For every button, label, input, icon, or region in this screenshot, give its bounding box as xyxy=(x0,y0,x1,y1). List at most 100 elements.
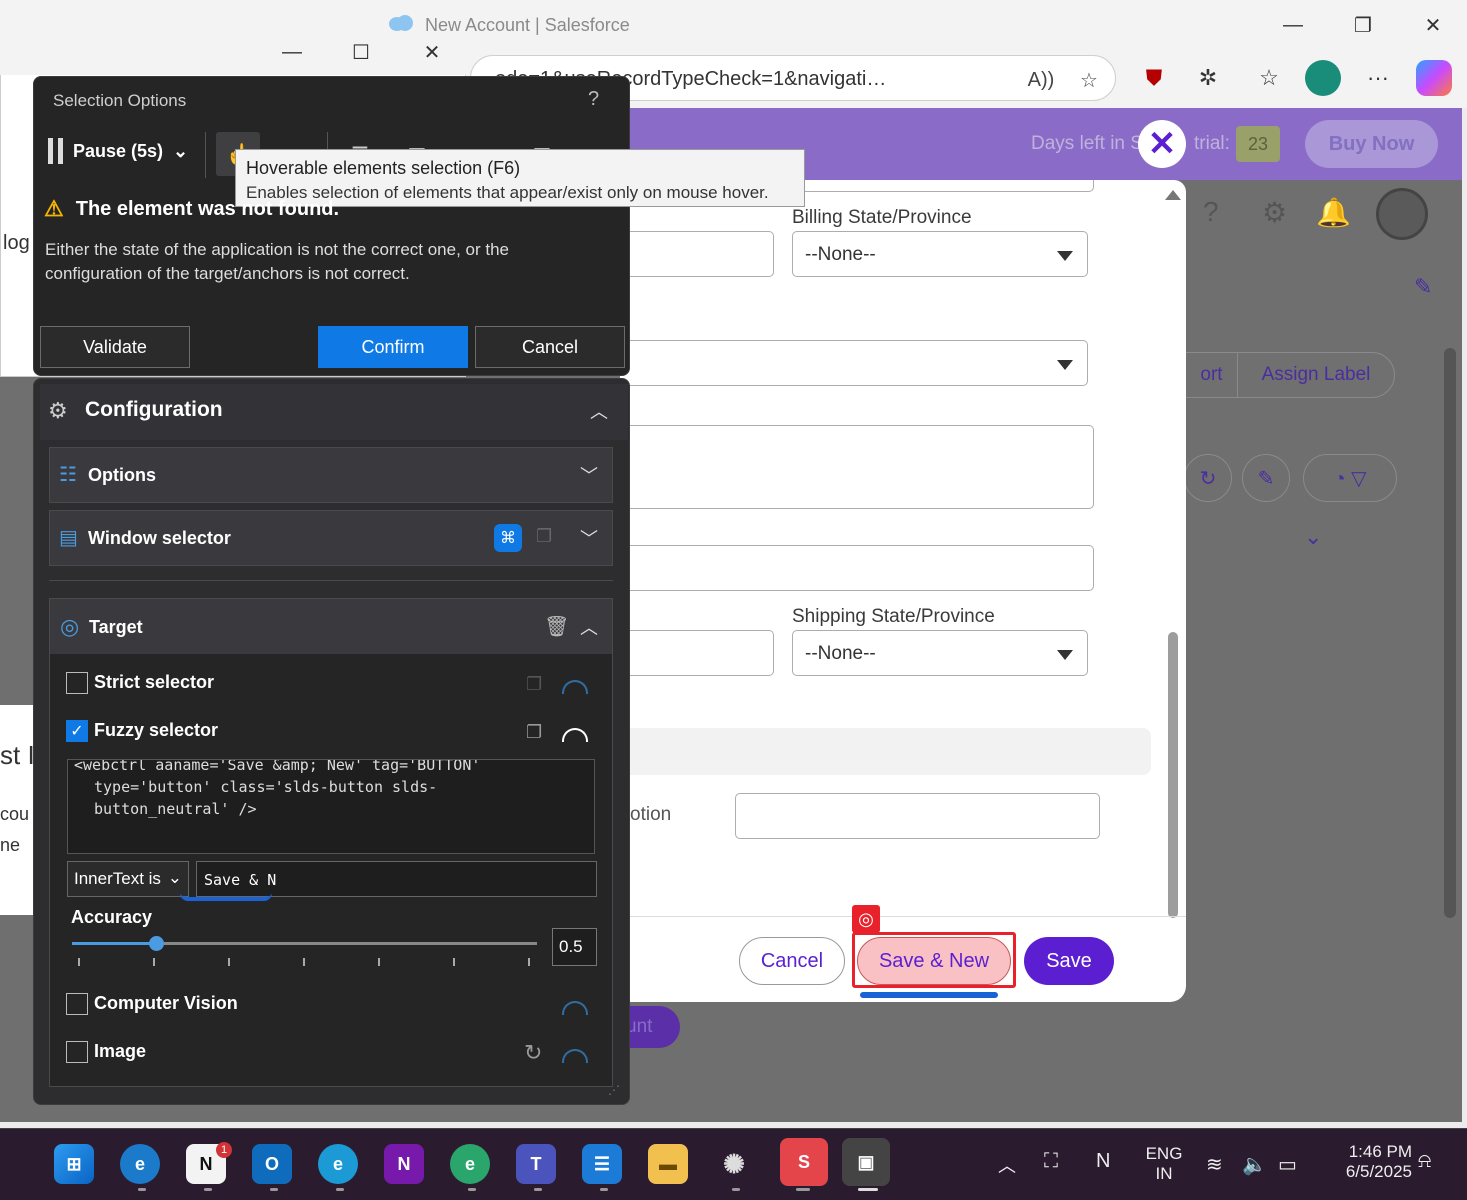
chevron-up-icon[interactable]: ︿ xyxy=(580,614,598,640)
teams-tray-icon[interactable]: ⛶ xyxy=(1044,1150,1058,1173)
uipath-studio-icon[interactable]: S xyxy=(780,1138,828,1186)
pause-button[interactable]: Pause (5s) ⌄ xyxy=(48,138,188,164)
reset-icon[interactable]: ↻ xyxy=(524,1040,542,1066)
maximize-button[interactable]: ❐ xyxy=(1343,8,1383,42)
close-window-button[interactable]: ✕ xyxy=(1413,8,1453,42)
pause-icon xyxy=(48,138,63,164)
chart-filter-icons[interactable]: ◔ ▽ xyxy=(1303,454,1397,502)
help-icon[interactable]: ? xyxy=(1203,196,1219,228)
edit-list-icon[interactable]: ✎ xyxy=(1242,454,1290,502)
chevron-down-icon[interactable]: ﹀ xyxy=(580,525,598,551)
billing-country-select[interactable] xyxy=(620,340,1088,386)
accuracy-slider-thumb[interactable] xyxy=(148,936,164,951)
notion-tray-icon[interactable]: N xyxy=(1096,1150,1110,1173)
outlook-icon[interactable]: O xyxy=(252,1144,292,1184)
user-avatar[interactable] xyxy=(1376,188,1428,240)
setup-gear-icon[interactable]: ⚙ xyxy=(1262,196,1287,229)
error-description: Either the state of the application is n… xyxy=(45,240,509,283)
favorite-star-icon[interactable]: ☆ xyxy=(1075,66,1103,94)
chatgpt-icon[interactable]: ✺ xyxy=(714,1144,754,1184)
more-menu-icon[interactable]: ··· xyxy=(1360,60,1396,96)
volume-icon[interactable]: 🔈 xyxy=(1242,1152,1267,1177)
fuzzy-selector-editor[interactable]: <webctrl aaname='Save &amp; New' tag='BU… xyxy=(67,759,595,854)
trash-icon[interactable]: 🗑 xyxy=(544,614,569,639)
extensions-puzzle-icon[interactable]: ✲ xyxy=(1190,60,1226,96)
copy-icon[interactable]: ❐ xyxy=(526,674,542,695)
copy-icon[interactable]: ❐ xyxy=(536,526,552,547)
selection-options-title: Selection Options xyxy=(53,91,187,110)
shipping-city-input[interactable] xyxy=(620,545,1094,591)
teams-icon[interactable]: T xyxy=(516,1144,556,1184)
slider-tick xyxy=(153,958,155,966)
fuzzy-selector-checkbox[interactable]: ✓ xyxy=(66,720,88,742)
edge-profile-icon[interactable]: e xyxy=(120,1144,160,1184)
start-windows-icon[interactable]: ⊞ xyxy=(54,1144,94,1184)
confirm-button[interactable]: Confirm xyxy=(318,326,468,368)
notion-badge: 1 xyxy=(216,1142,232,1158)
strict-selector-checkbox[interactable] xyxy=(66,672,88,694)
match-mode-value: InnerText is xyxy=(74,869,161,888)
import-button[interactable]: ort xyxy=(1186,352,1238,398)
modal-close-icon[interactable]: ✕ xyxy=(1138,120,1186,168)
strict-selector-label: Strict selector xyxy=(94,672,215,692)
onenote-icon[interactable]: N xyxy=(384,1144,424,1184)
assign-label-button[interactable]: Assign Label xyxy=(1237,352,1395,398)
refresh-icon[interactable]: ↻ xyxy=(1184,454,1232,502)
chevron-down-icon[interactable]: ⌄ xyxy=(1304,524,1322,550)
match-mode-select[interactable]: InnerText is ⌄ xyxy=(67,861,189,897)
edit-pencil-icon[interactable]: ✎ xyxy=(1414,274,1432,300)
new-account-modal xyxy=(620,180,1186,1002)
chevron-down-icon[interactable]: ﹀ xyxy=(580,462,598,488)
validate-button[interactable]: Validate xyxy=(40,326,190,368)
modal-scroll-up-icon[interactable] xyxy=(1165,190,1181,200)
ublock-shield-icon[interactable]: ⛊ xyxy=(1136,60,1172,96)
tray-overflow-icon[interactable]: ︿ xyxy=(998,1152,1016,1178)
language-indicator[interactable]: ENG IN xyxy=(1144,1144,1184,1184)
image-checkbox[interactable] xyxy=(66,1041,88,1063)
notepad-icon[interactable]: ☰ xyxy=(582,1144,622,1184)
slider-tick xyxy=(303,958,305,966)
battery-icon[interactable]: ▭ xyxy=(1278,1152,1297,1177)
shipping-state-select[interactable]: --None-- xyxy=(792,630,1088,676)
accuracy-value-input[interactable]: 0.5 xyxy=(552,928,597,966)
modal-scrollbar[interactable] xyxy=(1168,632,1178,918)
edge-beta-icon[interactable]: e xyxy=(450,1144,490,1184)
shipping-zip-input[interactable] xyxy=(620,630,774,676)
bg-maximize-button[interactable]: ☐ xyxy=(341,35,381,69)
bg-close-button[interactable]: ✕ xyxy=(412,35,452,69)
dialog-cancel-button[interactable]: Cancel xyxy=(475,326,625,368)
description-input[interactable] xyxy=(735,793,1100,839)
edge-icon[interactable]: e xyxy=(318,1144,358,1184)
buy-now-button[interactable]: Buy Now xyxy=(1305,120,1438,168)
taskbar-running-indicator xyxy=(336,1188,344,1191)
profile-avatar[interactable] xyxy=(1305,60,1341,96)
copilot-icon[interactable] xyxy=(1416,60,1452,96)
read-aloud-icon[interactable]: A)) xyxy=(1027,66,1055,94)
match-value-input[interactable]: Save & N xyxy=(196,861,597,897)
ui-explorer-icon[interactable]: ⌘ xyxy=(494,524,522,552)
file-explorer-icon[interactable]: ▬ xyxy=(648,1144,688,1184)
bg-minimize-button[interactable]: — xyxy=(272,35,312,69)
uipath-assistant-icon[interactable]: ▣ xyxy=(842,1138,890,1186)
taskbar-running-indicator xyxy=(138,1188,146,1191)
window-selector-label: Window selector xyxy=(88,528,231,548)
copy-icon[interactable]: ❐ xyxy=(526,722,542,743)
page-scrollbar[interactable] xyxy=(1444,348,1456,918)
resize-grip-icon[interactable]: ⋰ xyxy=(608,1083,620,1097)
computer-vision-checkbox[interactable] xyxy=(66,993,88,1015)
clock[interactable]: 1:46 PM 6/5/2025 xyxy=(1320,1142,1412,1182)
wifi-icon[interactable]: ≋ xyxy=(1206,1152,1223,1177)
favorites-icon[interactable]: ☆ xyxy=(1251,60,1287,96)
modal-cancel-button[interactable]: Cancel xyxy=(739,937,845,985)
language-code: ENG xyxy=(1145,1144,1183,1163)
chevron-up-icon[interactable]: ︿ xyxy=(590,398,608,424)
notifications-bell-icon[interactable]: 🔔 xyxy=(1316,196,1351,229)
minimize-button[interactable]: — xyxy=(1273,8,1313,42)
modal-save-button[interactable]: Save xyxy=(1024,937,1114,985)
help-icon[interactable]: ? xyxy=(588,88,599,111)
shipping-street-textarea[interactable] xyxy=(620,425,1094,509)
image-label: Image xyxy=(94,1041,147,1061)
billing-zip-input[interactable] xyxy=(620,231,774,277)
notification-center-icon[interactable]: ⍾ xyxy=(1418,1150,1431,1173)
billing-state-select[interactable]: --None-- xyxy=(792,231,1088,277)
